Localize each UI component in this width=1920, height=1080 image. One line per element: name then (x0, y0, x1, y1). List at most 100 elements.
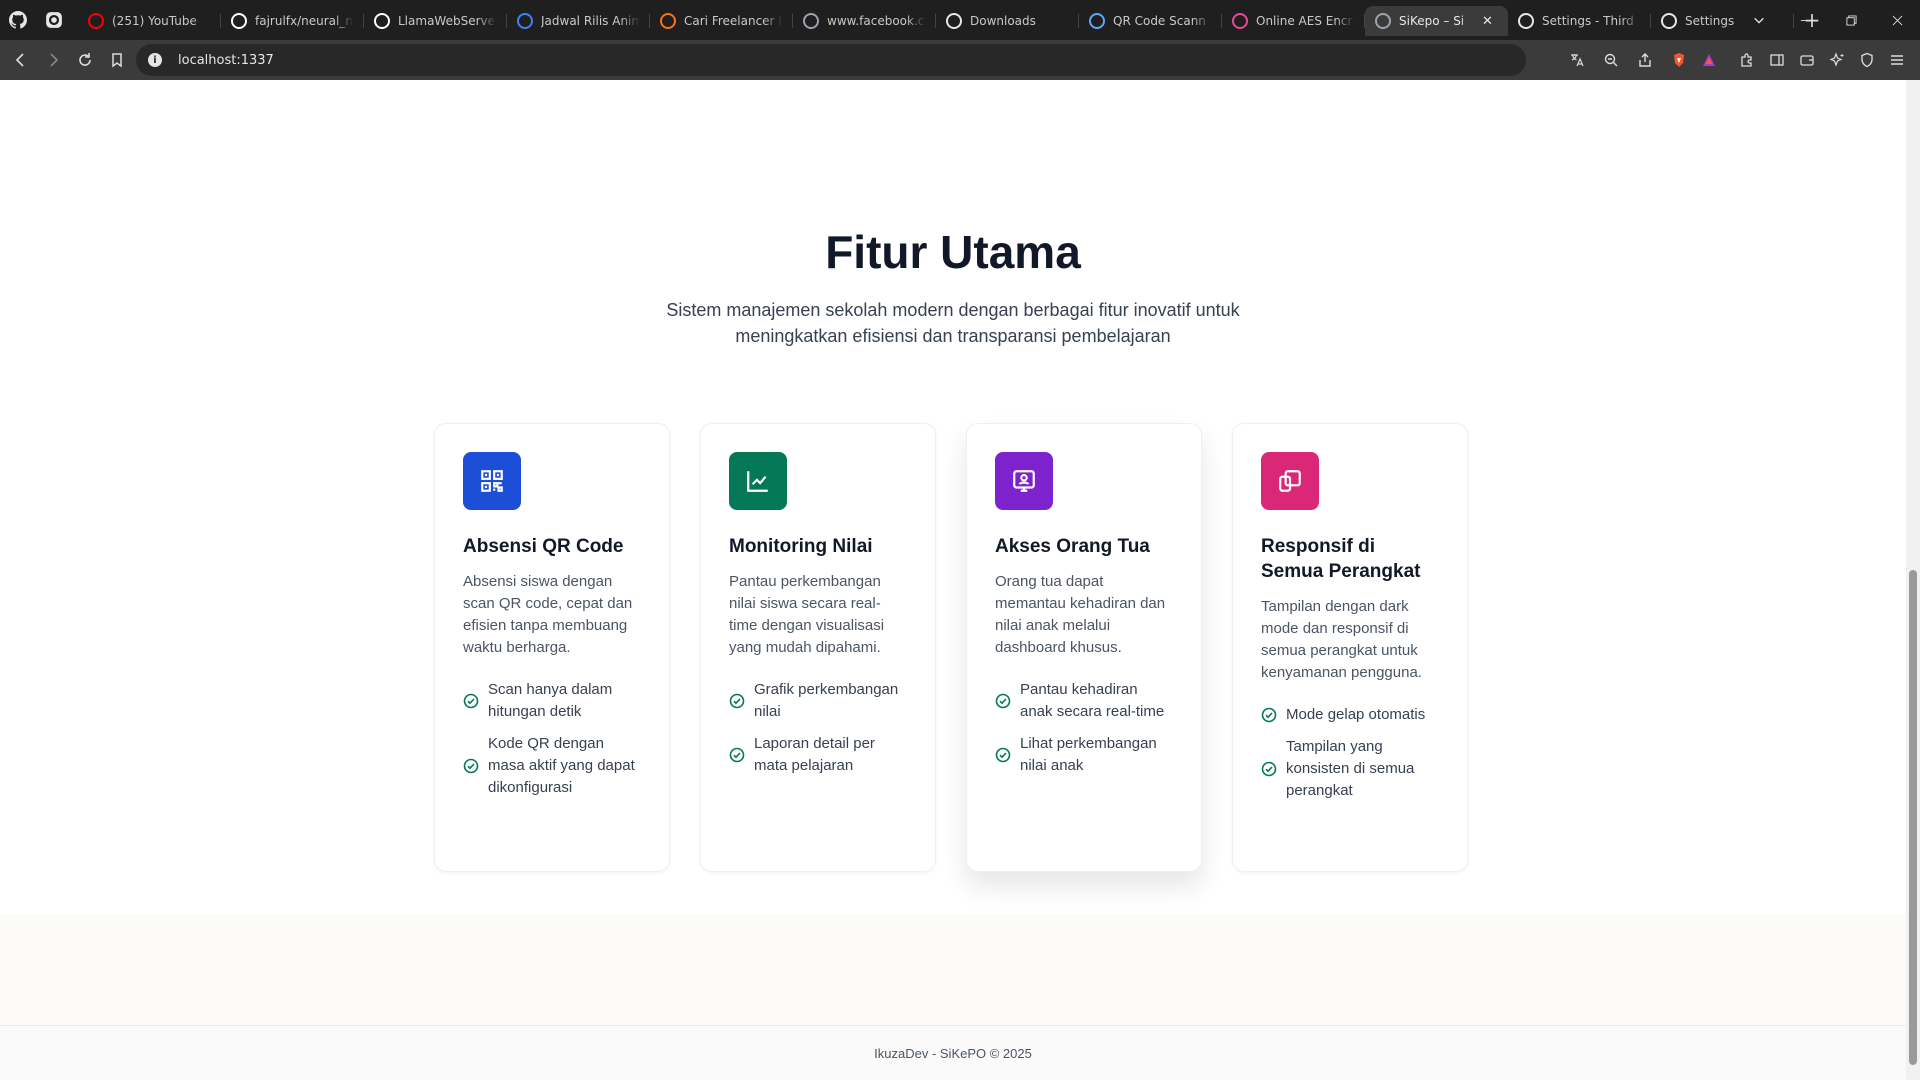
gear-icon (1661, 13, 1677, 29)
feature-card-responsive: Responsif di Semua Perangkat Tampilan de… (1232, 423, 1468, 872)
feature-card-description: Tampilan dengan dark mode dan responsif … (1261, 598, 1422, 681)
github-icon (231, 13, 247, 29)
tab-title: fajrulfx/neural_n (255, 14, 353, 28)
restore-icon (1845, 14, 1857, 26)
close-tab-icon[interactable]: ✕ (1482, 14, 1498, 29)
feature-bullet-text: Lihat perkembangan nilai anak (1020, 735, 1157, 774)
puzzle-icon (1741, 53, 1752, 67)
browser-tab[interactable]: Online AES Encr (1222, 6, 1365, 36)
vpn-button[interactable] (1852, 45, 1882, 75)
feature-bullet: Tampilan yang konsisten di semua perangk… (1261, 736, 1439, 802)
tab-title: LlamaWebServer (398, 14, 497, 28)
browser-tab[interactable]: Downloads (936, 6, 1079, 36)
browser-tab[interactable]: (251) YouTube (78, 6, 221, 36)
check-circle-icon (1261, 761, 1277, 777)
reload-icon (79, 53, 91, 66)
browser-tab[interactable]: Settings - Third (1508, 6, 1651, 36)
feature-icon-tile (463, 452, 521, 510)
feature-bullet: Pantau kehadiran anak secara real-time (995, 679, 1173, 723)
wallet-icon (1800, 55, 1814, 66)
shield-icon (1861, 52, 1873, 68)
check-circle-icon (995, 693, 1011, 709)
bookmark-icon (517, 13, 533, 29)
site-info-icon[interactable]: i (148, 53, 162, 67)
qr-code-icon (481, 470, 503, 492)
github-icon (9, 11, 27, 29)
gear-icon (1518, 13, 1534, 29)
arrow-right-icon (50, 53, 59, 67)
translate-button[interactable] (1562, 45, 1592, 75)
reload-button[interactable] (70, 45, 100, 75)
check-circle-icon (995, 747, 1011, 763)
feature-cards: Absensi QR Code Absensi siswa dengan sca… (434, 423, 1468, 872)
browser-tab[interactable]: SiKepo – Si ✕ (1365, 6, 1508, 36)
arrow-left-icon (15, 53, 24, 67)
zoom-button[interactable] (1596, 45, 1626, 75)
feature-card-title: Responsif di Semua Perangkat (1261, 536, 1421, 582)
rewards-triangle-icon (1703, 54, 1715, 66)
tab-title: Cari Freelancer I (684, 14, 782, 28)
line-chart-icon (747, 471, 768, 492)
feature-bullet-text: Grafik perkembangan nilai (754, 681, 899, 720)
footer-copyright: IkuzaDev - SiKePO © 2025 (874, 1045, 1032, 1061)
scrollbar-thumb[interactable] (1909, 570, 1917, 1065)
pinned-tab-extension[interactable] (36, 0, 72, 40)
feature-icon-tile (995, 452, 1053, 510)
freelancer-icon (660, 13, 676, 29)
feature-card-grade-monitoring: Monitoring Nilai Pantau perkembangan nil… (700, 423, 936, 872)
extensions-button[interactable] (1732, 45, 1762, 75)
feature-icon-tile (729, 452, 787, 510)
browser-tab[interactable]: www.facebook.c (793, 6, 936, 36)
github-icon (374, 13, 390, 29)
feature-card-title: Absensi QR Code (463, 536, 624, 557)
browser-tab[interactable]: QR Code Scann (1079, 6, 1222, 36)
minimize-button[interactable] (1782, 0, 1828, 40)
check-circle-icon (463, 758, 479, 774)
tab-title: SiKepo – Si (1399, 14, 1465, 28)
check-circle-icon (729, 747, 745, 763)
browser-tab[interactable]: Jadwal Rilis Anim (507, 6, 650, 36)
translate-icon (1571, 54, 1584, 67)
page-footer: IkuzaDev - SiKePO © 2025 (0, 1025, 1906, 1080)
feature-bullet-text: Tampilan yang konsisten di semua perangk… (1286, 738, 1415, 799)
feature-icon-tile (1261, 452, 1319, 510)
back-button[interactable] (6, 45, 36, 75)
address-url[interactable]: localhost:1337 (178, 53, 274, 68)
close-window-button[interactable] (1874, 0, 1920, 40)
feature-card-parent-access: Akses Orang Tua Orang tua dapat memantau… (966, 423, 1202, 872)
tab-title: (251) YouTube (112, 14, 197, 28)
page-viewport: Fitur Utama Sistem manajemen sekolah mod… (0, 80, 1906, 1080)
forward-button[interactable] (38, 45, 68, 75)
feature-card-qr-attendance: Absensi QR Code Absensi siswa dengan sca… (434, 423, 670, 872)
tab-title: Settings - Third (1542, 14, 1634, 28)
brave-rewards-button[interactable] (1694, 45, 1724, 75)
page-scrollbar[interactable] (1906, 80, 1920, 1080)
pinned-tab-github[interactable] (0, 0, 36, 40)
wallet-button[interactable] (1792, 45, 1822, 75)
sidebar-button[interactable] (1762, 45, 1792, 75)
user-board-icon (1013, 470, 1035, 492)
check-circle-icon (729, 693, 745, 709)
browser-tab[interactable]: LlamaWebServer (364, 6, 507, 36)
feature-bullet: Laporan detail per mata pelajaran (729, 733, 907, 777)
tab-title: Online AES Encr (1256, 14, 1353, 28)
tab-search-button[interactable] (1736, 0, 1782, 40)
feature-bullet: Lihat perkembangan nilai anak (995, 733, 1173, 777)
features-title: Fitur Utama (825, 226, 1081, 278)
brave-shields-button[interactable] (1664, 45, 1694, 75)
features-subtitle: Sistem manajemen sekolah modern dengan b… (666, 300, 1240, 346)
restore-button[interactable] (1828, 0, 1874, 40)
browser-tab[interactable]: fajrulfx/neural_n (221, 6, 364, 36)
share-icon (1639, 53, 1651, 67)
menu-button[interactable] (1882, 45, 1912, 75)
leo-ai-button[interactable] (1822, 45, 1852, 75)
chevron-down-icon (1754, 17, 1764, 24)
feature-bullet: Grafik perkembangan nilai (729, 679, 907, 723)
tab-title: QR Code Scann (1113, 14, 1206, 28)
browser-tab[interactable]: Cari Freelancer I (650, 6, 793, 36)
share-button[interactable] (1630, 45, 1660, 75)
address-bar[interactable]: i localhost:1337 (136, 44, 1526, 76)
content-band (0, 915, 1906, 1025)
bookmark-button[interactable] (102, 45, 132, 75)
brave-lion-icon (1674, 53, 1684, 67)
